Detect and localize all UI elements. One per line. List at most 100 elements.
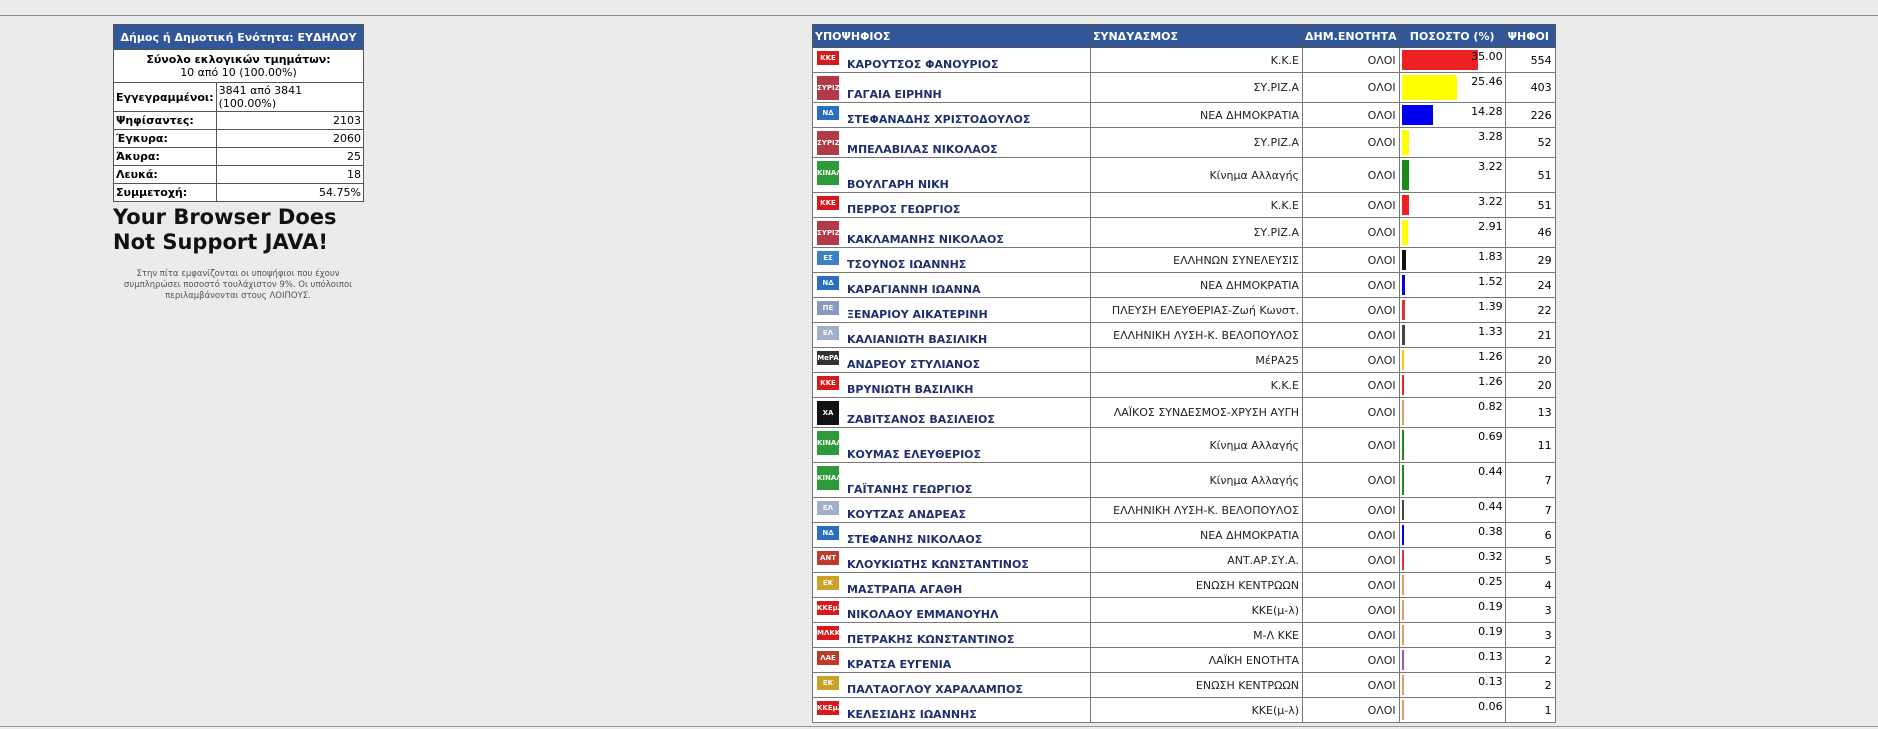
candidate-name[interactable]: ΠΕΡΡΟΣ ΓΕΩΡΓΙΟΣ <box>816 203 1087 217</box>
percent-bar <box>1401 300 1405 320</box>
percent-bar <box>1401 650 1404 670</box>
percent-value: 25.46 <box>1471 75 1503 88</box>
table-row: ΝΔ ΚΑΡΑΓΙΑΝΝΗ ΙΩΑΝΝΑ ΝΕΑ ΔΗΜΟΚΡΑΤΙΑ ΟΛΟΙ 1.5… <box>812 272 1556 298</box>
unit-name: ΟΛΟΙ <box>1302 72 1400 103</box>
party-name: ΣΥ.ΡΙΖ.Α <box>1090 127 1303 158</box>
candidate-name[interactable]: ΚΟΥΜΑΣ ΕΛΕΥΘΕΡΙΟΣ <box>816 448 1087 462</box>
candidate-name[interactable]: ΠΑΛΤΑΟΓΛΟΥ ΧΑΡΑΛΑΜΠΟΣ <box>816 683 1087 697</box>
votes-value: 7 <box>1504 497 1556 523</box>
candidate-cell: ΝΔ ΣΤΕΦΑΝΗΣ ΝΙΚΟΛΑΟΣ <box>812 522 1091 548</box>
percent-bar <box>1401 525 1404 545</box>
party-logo-icon: ΝΔ <box>817 106 839 120</box>
percent-value: 0.38 <box>1478 525 1503 538</box>
party-logo-icon: ΚΙΝΑΛ <box>817 161 839 185</box>
candidate-cell: ΠΕ ΞΕΝΑΡΙΟΥ ΑΙΚΑΤΕΡΙΝΗ <box>812 297 1091 323</box>
party-name: ΝΕΑ ΔΗΜΟΚΡΑΤΙΑ <box>1090 522 1303 548</box>
percent-value: 1.33 <box>1478 325 1503 338</box>
candidate-cell: ΚΙΝΑΛΓΑΪΤΑΝΗΣ ΓΕΩΡΓΙΟΣ <box>812 462 1091 498</box>
percent-cell: 25.46 <box>1398 72 1506 103</box>
candidate-name[interactable]: ΒΡΥΝΙΩΤΗ ΒΑΣΙΛΙΚΗ <box>816 383 1087 397</box>
party-name: ΕΝΩΣΗ ΚΕΝΤΡΩΩΝ <box>1090 572 1303 598</box>
candidate-cell: ΕΚ ΜΑΣΤΡΑΠΑ ΑΓΑΘΗ <box>812 572 1091 598</box>
party-name: ΑΝΤ.ΑΡ.ΣΥ.Α. <box>1090 547 1303 573</box>
percent-cell: 0.06 <box>1398 697 1506 723</box>
table-row: ΣΥΡΙΖΑΓΑΓΑΙΑ ΕΙΡΗΝΗΣΥ.ΡΙΖ.ΑΟΛΟΙ 25.46403 <box>812 72 1556 103</box>
table-row: ΚΚΕμλΝΙΚΟΛΑΟΥ ΕΜΜΑΝΟΥΗΛΚΚΕ(μ-λ)ΟΛΟΙ 0.193 <box>812 597 1556 623</box>
percent-cell: 0.13 <box>1398 647 1506 673</box>
candidate-name[interactable]: ΚΑΡΑΓΙΑΝΝΗ ΙΩΑΝΝΑ <box>816 283 1087 297</box>
java-unsupported-message: Your Browser Does Not Support JAVA! <box>113 205 337 254</box>
table-row: ΠΕ ΞΕΝΑΡΙΟΥ ΑΙΚΑΤΕΡΙΝΗ ΠΛΕΥΣΗ ΕΛΕΥΘΕΡΙΑΣ-Ζ… <box>812 297 1556 323</box>
candidate-name[interactable]: ΜΠΕΛΑΒΙΛΑΣ ΝΙΚΟΛΑΟΣ <box>816 143 1087 157</box>
percent-bar <box>1401 465 1404 495</box>
table-row: ΚΚΕ ΠΕΡΡΟΣ ΓΕΩΡΓΙΟΣ Κ.Κ.Ε ΟΛΟΙ 3.22 51 <box>812 192 1556 218</box>
percent-cell: 0.82 <box>1398 397 1506 428</box>
percent-cell: 1.83 <box>1398 247 1506 273</box>
percent-bar <box>1401 250 1406 270</box>
candidate-name[interactable]: ΚΑΡΟΥΤΣΟΣ ΦΑΝΟΥΡΙΟΣ <box>816 58 1087 72</box>
table-row: ΜΛΚΚΕΠΕΤΡΑΚΗΣ ΚΩΝΣΤΑΝΤΙΝΟΣΜ-Λ ΚΚΕΟΛΟΙ 0.1… <box>812 622 1556 648</box>
candidate-name[interactable]: ΜΑΣΤΡΑΠΑ ΑΓΑΘΗ <box>816 583 1087 597</box>
votes-value: 6 <box>1504 522 1556 548</box>
party-logo-icon: ΕΛ <box>817 326 839 340</box>
party-logo-icon: ΕΚ <box>817 676 839 690</box>
votes-value: 13 <box>1504 397 1556 428</box>
party-logo-icon: ΛΑΕ <box>817 651 839 665</box>
candidate-name[interactable]: ΚΑΚΛΑΜΑΝΗΣ ΝΙΚΟΛΑΟΣ <box>816 233 1087 247</box>
candidate-name[interactable]: ΓΑΓΑΙΑ ΕΙΡΗΝΗ <box>816 88 1087 102</box>
party-logo-icon: ΚΚΕ <box>817 376 839 390</box>
unit-name: ΟΛΟΙ <box>1302 462 1400 498</box>
summary-title: Δήμος ή Δημοτική Ενότητα: ΕΥΔΗΛΟΥ <box>113 24 364 50</box>
bottom-divider <box>0 726 1878 727</box>
candidate-name[interactable]: ΝΙΚΟΛΑΟΥ ΕΜΜΑΝΟΥΗΛ <box>816 608 1087 622</box>
percent-value: 1.26 <box>1478 375 1503 388</box>
candidate-cell: ΕΛ ΚΟΥΤΖΑΣ ΑΝΔΡΕΑΣ <box>812 497 1091 523</box>
summary-total-label: Σύνολο εκλογικών τμημάτων: <box>146 53 331 66</box>
party-name: ΕΛΛΗΝΩΝ ΣΥΝΕΛΕΥΣΙΣ <box>1090 247 1303 273</box>
party-name: ΚΚΕ(μ-λ) <box>1090 597 1303 623</box>
party-logo-icon: ΚΙΝΑΛ <box>817 431 839 455</box>
candidate-name[interactable]: ΠΕΤΡΑΚΗΣ ΚΩΝΣΤΑΝΤΙΝΟΣ <box>816 633 1087 647</box>
candidate-name[interactable]: ΤΣΟΥΝΟΣ ΙΩΑΝΝΗΣ <box>816 258 1087 272</box>
summary-row-turnout: Συμμετοχή: 54.75% <box>113 183 365 202</box>
percent-value: 0.25 <box>1478 575 1503 588</box>
candidate-cell: ΧΑ ΖΑΒΙΤΣΑΝΟΣ ΒΑΣΙΛΕΙΟΣ <box>812 397 1091 428</box>
votes-value: 51 <box>1504 192 1556 218</box>
percent-cell: 0.44 <box>1398 497 1506 523</box>
table-row: MePA ΑΝΔΡΕΟΥ ΣΤΥΛΙΑΝΟΣ ΜέΡΑ25 ΟΛΟΙ 1.26 20 <box>812 347 1556 373</box>
table-row: ΚΚΕ ΚΑΡΟΥΤΣΟΣ ΦΑΝΟΥΡΙΟΣ Κ.Κ.Ε ΟΛΟΙ 35.00 554 <box>812 47 1556 73</box>
candidate-name[interactable]: ΞΕΝΑΡΙΟΥ ΑΙΚΑΤΕΡΙΝΗ <box>816 308 1087 322</box>
candidate-name[interactable]: ΣΤΕΦΑΝΑΔΗΣ ΧΡΙΣΤΟΔΟΥΛΟΣ <box>816 113 1087 127</box>
percent-bar <box>1401 350 1405 370</box>
party-name: ΚΚΕ(μ-λ) <box>1090 697 1303 723</box>
candidate-name[interactable]: ΚΟΥΤΖΑΣ ΑΝΔΡΕΑΣ <box>816 508 1087 522</box>
unit-name: ΟΛΟΙ <box>1302 572 1400 598</box>
votes-value: 226 <box>1504 102 1556 128</box>
percent-value: 0.44 <box>1478 500 1503 513</box>
party-name: ΝΕΑ ΔΗΜΟΚΡΑΤΙΑ <box>1090 272 1303 298</box>
candidate-name[interactable]: ΚΡΑΤΣΑ ΕΥΓΕΝΙΑ <box>816 658 1087 672</box>
header-unit: ΔΗΜ.ΕΝΟΤΗΤΑ <box>1302 24 1400 48</box>
percent-cell: 0.69 <box>1398 427 1506 463</box>
candidate-name[interactable]: ΚΛΟΥΚΙΩΤΗΣ ΚΩΝΣΤΑΝΤΙΝΟΣ <box>816 558 1087 572</box>
candidate-name[interactable]: ΒΟΥΛΓΑΡΗ ΝΙΚΗ <box>816 178 1087 192</box>
party-name: Κίνημα Αλλαγής <box>1090 462 1303 498</box>
candidate-name[interactable]: ΑΝΔΡΕΟΥ ΣΤΥΛΙΑΝΟΣ <box>816 358 1087 372</box>
votes-value: 20 <box>1504 372 1556 398</box>
percent-bar <box>1401 625 1404 645</box>
percent-value: 0.19 <box>1478 625 1503 638</box>
party-logo-icon: ΚΚΕμλ <box>817 701 839 715</box>
unit-name: ΟΛΟΙ <box>1302 272 1400 298</box>
party-logo-icon: ΚΚΕ <box>817 196 839 210</box>
summary-row-voted: Ψηφίσαντες: 2103 <box>113 111 365 130</box>
unit-name: ΟΛΟΙ <box>1302 347 1400 373</box>
candidate-cell: ΝΔ ΚΑΡΑΓΙΑΝΝΗ ΙΩΑΝΝΑ <box>812 272 1091 298</box>
percent-cell: 3.22 <box>1398 157 1506 193</box>
candidate-name[interactable]: ΖΑΒΙΤΣΑΝΟΣ ΒΑΣΙΛΕΙΟΣ <box>816 413 1087 427</box>
candidate-name[interactable]: ΓΑΪΤΑΝΗΣ ΓΕΩΡΓΙΟΣ <box>816 483 1087 497</box>
candidate-name[interactable]: ΚΑΛΙΑΝΙΩΤΗ ΒΑΣΙΛΙΚΗ <box>816 333 1087 347</box>
percent-cell: 0.38 <box>1398 522 1506 548</box>
candidate-name[interactable]: ΚΕΛΕΣΙΔΗΣ ΙΩΑΝΝΗΣ <box>816 708 1087 722</box>
table-row: ΚΙΝΑΛΓΑΪΤΑΝΗΣ ΓΕΩΡΓΙΟΣΚίνημα ΑλλαγήςΟΛΟΙ… <box>812 462 1556 498</box>
candidate-name[interactable]: ΣΤΕΦΑΝΗΣ ΝΙΚΟΛΑΟΣ <box>816 533 1087 547</box>
